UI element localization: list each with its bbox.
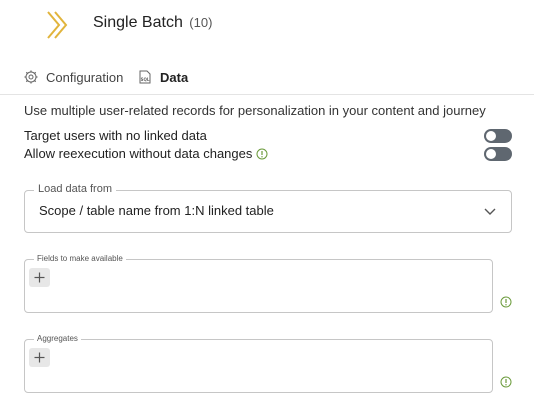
title-text: Single Batch: [93, 14, 183, 31]
tab-data-label: Data: [160, 69, 189, 85]
toggle-knob: [486, 149, 496, 159]
load-data-value: Scope / table name from 1:N linked table: [39, 203, 274, 218]
toggle-row-no-linked-data: Target users with no linked data: [24, 128, 512, 145]
toggle-knob: [486, 131, 496, 141]
title-count: (10): [189, 15, 213, 30]
double-chevron-logo-icon: [46, 10, 70, 40]
aggregates-info-icon[interactable]: [500, 375, 512, 388]
aggregates-field: Aggregates: [24, 334, 493, 393]
fields-available-field: Fields to make available: [24, 254, 493, 313]
target-no-linked-data-toggle[interactable]: [484, 129, 512, 143]
page-title: Single Batch (10): [93, 14, 212, 32]
load-data-select[interactable]: Load data from Scope / table name from 1…: [24, 183, 512, 233]
sql-icon: SQL: [138, 70, 152, 84]
description-text: Use multiple user-related records for pe…: [24, 103, 486, 118]
gear-icon: [24, 70, 38, 84]
toggle-label-reexecution: Allow reexecution without data changes: [24, 146, 253, 161]
load-data-legend: Load data from: [34, 183, 116, 195]
add-field-button[interactable]: [29, 268, 50, 287]
tab-configuration-label: Configuration: [46, 69, 124, 85]
allow-reexecution-toggle[interactable]: [484, 147, 512, 161]
chevron-down-icon: [483, 205, 497, 219]
fields-available-legend: Fields to make available: [34, 254, 126, 263]
plus-icon: [34, 352, 45, 363]
toggle-row-reexecution: Allow reexecution without data changes: [24, 146, 512, 163]
tab-bar: Configuration SQL Data: [0, 60, 534, 95]
fields-info-icon[interactable]: [500, 295, 512, 308]
info-icon[interactable]: [256, 148, 268, 160]
toggle-label-no-linked-data: Target users with no linked data: [24, 128, 207, 143]
page: Single Batch (10) Configuration SQL Data…: [0, 0, 534, 411]
tab-configuration[interactable]: Configuration: [24, 60, 123, 94]
tab-data[interactable]: SQL Data: [138, 60, 188, 94]
plus-icon: [34, 272, 45, 283]
add-aggregate-button[interactable]: [29, 348, 50, 367]
svg-text:SQL: SQL: [141, 77, 150, 82]
aggregates-legend: Aggregates: [34, 334, 81, 343]
header: Single Batch (10): [0, 0, 534, 52]
